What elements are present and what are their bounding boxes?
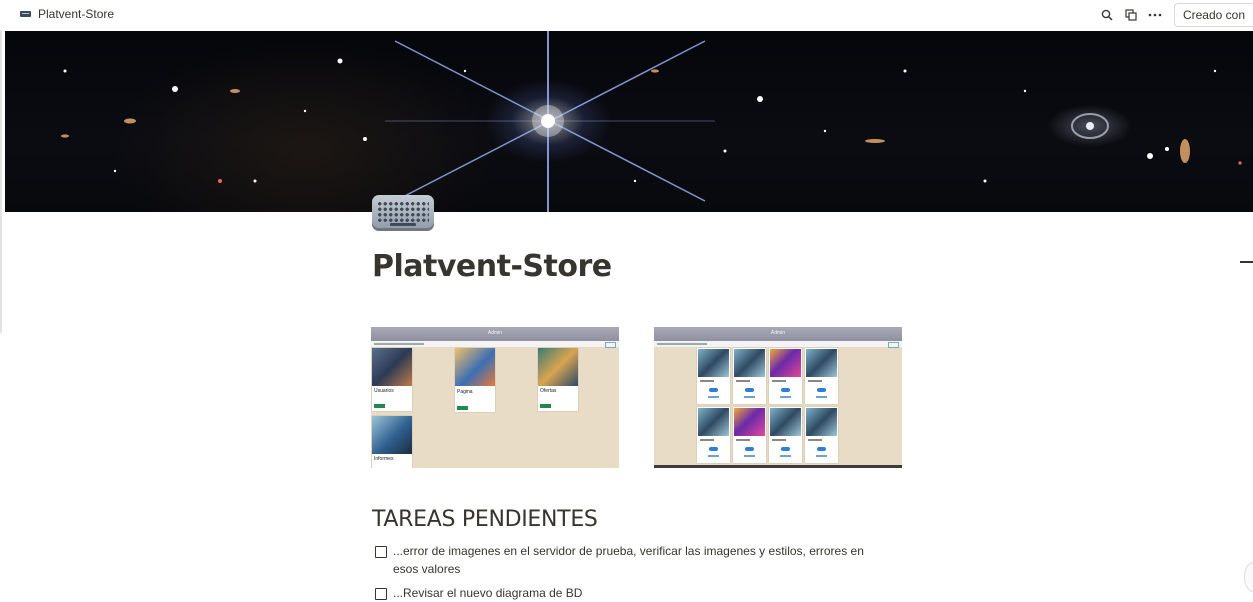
- top-bar: Platvent-Store Creado con: [0, 0, 1253, 30]
- starfield-graphic: [61, 31, 1242, 212]
- admin-subnav: [371, 341, 619, 348]
- left-edge-strip: [0, 8, 2, 333]
- copy-icon: [1125, 9, 1137, 21]
- todo-item: ...error de imagenes en el servidor de p…: [375, 544, 865, 578]
- card-title: Ofertas: [540, 388, 557, 394]
- screenshot-bottom-bar: [654, 465, 902, 468]
- todo-checkbox[interactable]: [375, 588, 387, 600]
- keyboard-spacebar: [390, 223, 416, 226]
- help-button[interactable]: [1244, 562, 1253, 592]
- cover-image: [5, 31, 1253, 212]
- todo-text[interactable]: ...error de imagenes en el servidor de p…: [393, 542, 865, 578]
- breadcrumb[interactable]: Platvent-Store: [20, 7, 114, 21]
- card-pagina: Pagina: [455, 348, 495, 412]
- admin-screenshot-products[interactable]: Admin: [654, 327, 902, 468]
- duplicate-button[interactable]: [1120, 4, 1142, 26]
- keyboard-keys: [377, 201, 429, 222]
- product-tile: [805, 407, 838, 463]
- product-tile: [733, 348, 766, 404]
- product-tile: [805, 348, 838, 404]
- admin-screenshot-cards[interactable]: Admin Usuarios Pagina Ofertas Informes: [371, 327, 619, 468]
- product-tile: [733, 407, 766, 463]
- card-title: Informes: [374, 456, 394, 462]
- more-horizontal-icon: [1148, 13, 1162, 17]
- card-image: [455, 348, 495, 386]
- admin-header: Admin: [654, 327, 902, 341]
- card-button: [374, 404, 385, 408]
- todo-checkbox[interactable]: [375, 546, 387, 558]
- search-icon: [1101, 9, 1113, 21]
- product-tile: [769, 407, 802, 463]
- product-tile: [769, 348, 802, 404]
- card-button: [457, 406, 468, 410]
- card-image: [372, 416, 412, 454]
- card-button: [540, 404, 551, 408]
- card-informes: Informes: [372, 416, 412, 468]
- breadcrumb-label: Platvent-Store: [38, 7, 115, 21]
- admin-header-label: Admin: [770, 330, 786, 336]
- card-image: [372, 348, 412, 386]
- card-usuarios: Usuarios: [372, 348, 412, 411]
- page-title[interactable]: Platvent-Store: [372, 249, 612, 284]
- product-tile: [697, 407, 730, 463]
- more-button[interactable]: [1144, 4, 1166, 26]
- card-title: Pagina: [457, 389, 473, 395]
- card-title: Usuarios: [374, 388, 394, 394]
- card-ofertas: Ofertas: [538, 348, 578, 411]
- admin-header-label: Admin: [487, 330, 503, 336]
- product-tile: [697, 348, 730, 404]
- search-button[interactable]: [1096, 4, 1118, 26]
- admin-subnav: [654, 341, 902, 348]
- table-of-contents-marker[interactable]: [1240, 261, 1253, 263]
- top-actions: Creado con: [1096, 3, 1253, 27]
- keyboard-icon[interactable]: [372, 195, 434, 231]
- created-with-button[interactable]: Creado con: [1173, 3, 1253, 27]
- keyboard-icon: [20, 11, 31, 17]
- todo-text[interactable]: ...Revisar el nuevo diagrama de BD: [393, 584, 582, 602]
- section-heading[interactable]: TAREAS PENDIENTES: [372, 507, 598, 532]
- admin-header: Admin: [371, 327, 619, 341]
- card-image: [538, 348, 578, 386]
